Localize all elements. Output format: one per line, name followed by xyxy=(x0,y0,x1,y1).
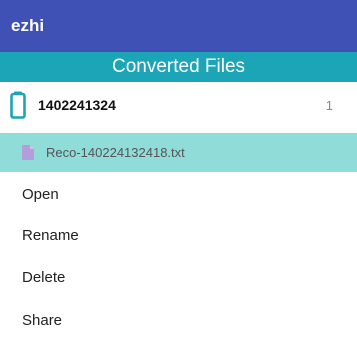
menu-item-delete[interactable]: Delete xyxy=(0,257,357,299)
phone-icon xyxy=(10,91,26,119)
app-bar: ezhi xyxy=(0,0,357,52)
folder-file-count: 1 xyxy=(325,98,333,113)
menu-item-rename[interactable]: Rename xyxy=(0,215,357,257)
folder-row[interactable]: 1402241324 1 xyxy=(0,82,357,129)
document-icon xyxy=(22,145,34,160)
menu-item-open[interactable]: Open xyxy=(0,174,357,216)
file-row[interactable]: Reco-140224132418.txt xyxy=(0,133,357,172)
section-title: Converted Files xyxy=(111,56,246,77)
app-title: ezhi xyxy=(11,16,45,35)
folder-name: 1402241324 xyxy=(38,97,116,113)
menu-item-share[interactable]: Share xyxy=(0,299,357,332)
section-header: Converted Files xyxy=(0,52,357,82)
file-name: Reco-140224132418.txt xyxy=(46,145,185,160)
